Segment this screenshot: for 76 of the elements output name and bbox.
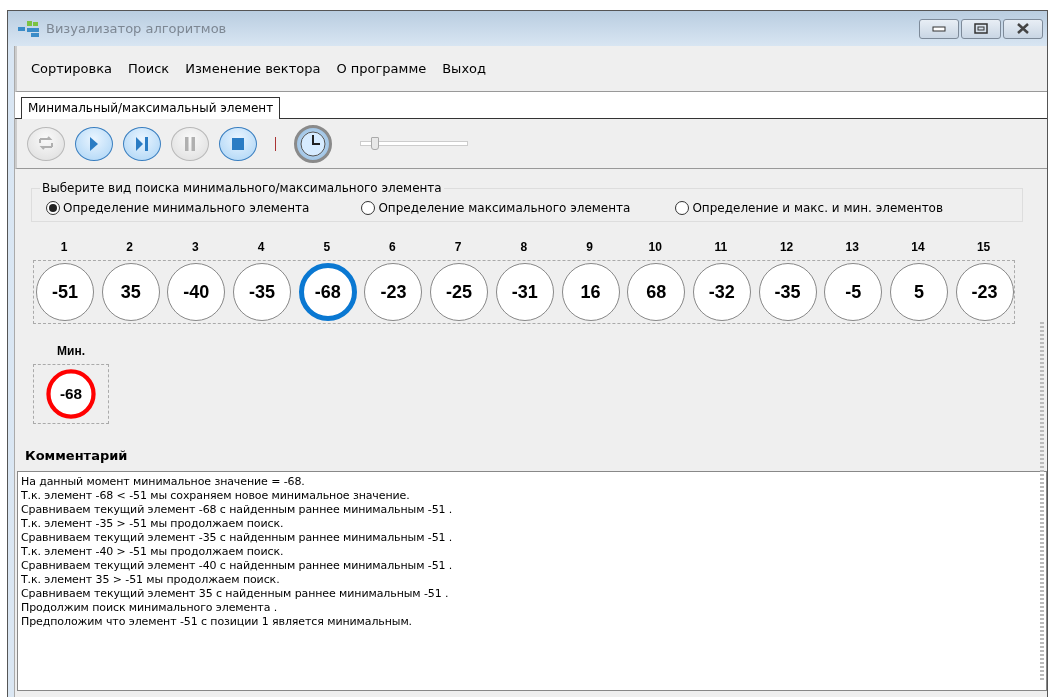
number-circle: 5 — [889, 263, 948, 321]
comment-line: Сравниваем текущий элемент 35 с найденным раннее минимальным -51 . — [21, 587, 450, 601]
stop-button[interactable] — [219, 126, 257, 161]
index-label: 8 — [520, 240, 528, 254]
comment-line: Т.к. элемент -68 < -51 мы сохраняем новое минимальное значение. — [21, 489, 411, 503]
index-label: 3 — [192, 240, 199, 254]
index-label: 2 — [126, 240, 134, 254]
radio-button[interactable] — [361, 201, 376, 215]
index-label: 4 — [257, 240, 265, 254]
comment-label: Комментарий — [25, 448, 129, 463]
comment-line: Т.к. элемент 35 > -51 мы продолжаем поиск. — [21, 573, 281, 587]
clock-icon — [300, 130, 326, 157]
index-label: 10 — [648, 240, 662, 254]
index-label: 9 — [586, 240, 593, 254]
number-circle: -35 — [758, 263, 817, 321]
result-label: Мин. — [57, 344, 85, 358]
menu-item[interactable]: О программе — [328, 61, 435, 76]
close-button[interactable] — [1003, 18, 1043, 39]
number-circle: -51 — [36, 263, 94, 321]
app-icon — [18, 20, 40, 37]
index-label: 7 — [454, 240, 462, 254]
comment-line: Т.к. элемент -40 > -51 мы продолжаем поиск. — [21, 545, 285, 559]
number-circle: -68 — [46, 369, 96, 419]
step-button[interactable] — [123, 126, 161, 161]
menu-item[interactable]: Выход — [434, 61, 495, 76]
close-icon — [1016, 23, 1030, 34]
index-label: 12 — [779, 240, 794, 254]
index-label: 6 — [389, 240, 396, 254]
number-circle: -5 — [824, 263, 883, 321]
menu-item[interactable]: Поиск — [120, 61, 178, 76]
repeat-icon — [39, 136, 53, 151]
index-label: 14 — [911, 240, 925, 254]
minimize-icon — [932, 25, 946, 32]
index-label: 13 — [845, 240, 859, 254]
pause-icon — [185, 136, 195, 151]
number-circle: -25 — [430, 263, 489, 321]
comment-line: Сравниваем текущий элемент -35 с найденным раннее минимальным -51 . — [21, 531, 454, 545]
number-circle: -35 — [233, 263, 292, 321]
minimize-button[interactable] — [919, 18, 959, 39]
radio-button[interactable] — [46, 201, 60, 215]
menu-item[interactable]: Сортировка — [31, 61, 120, 76]
index-label: 11 — [714, 240, 728, 254]
radio-option[interactable]: Определение максимального элемента — [361, 201, 631, 215]
menu-item[interactable]: Изменение вектора — [177, 61, 329, 76]
window-title: Визуализатор алгоритмов — [46, 21, 227, 36]
step-forward-icon — [136, 136, 148, 151]
index-label: 1 — [60, 240, 68, 254]
number-circle: -40 — [167, 263, 226, 321]
comment-line: Т.к. элемент -35 > -51 мы продолжаем поиск. — [21, 517, 285, 531]
group-title: Выберите вид поиска минимального/максимального элемента — [41, 181, 443, 195]
number-circle: 35 — [101, 263, 160, 321]
number-circle: 68 — [627, 263, 686, 321]
index-label: 5 — [323, 240, 331, 254]
number-circle: 16 — [561, 263, 620, 321]
comment-line: Предположим что элемент -51 с позиции 1 является минимальным. — [21, 615, 413, 629]
maximize-button[interactable] — [961, 18, 1001, 39]
number-circle: -32 — [692, 263, 751, 321]
timer-button[interactable] — [294, 124, 332, 163]
tab[interactable]: Минимальный/максимальный элемент — [21, 97, 281, 119]
maximize-icon — [974, 23, 988, 34]
slider-thumb[interactable] — [370, 137, 379, 150]
index-label: 15 — [976, 240, 991, 254]
radio-option[interactable]: Определение и макс. и мин. элементов — [675, 201, 944, 215]
comment-line: На данный момент минимальное значение = -68. — [21, 475, 306, 489]
comment-line: Продолжим поиск минимального элемента . — [21, 601, 279, 615]
radio-option[interactable]: Определение минимального элемента — [46, 201, 310, 215]
number-circle: -68 — [298, 263, 357, 321]
radio-button[interactable] — [675, 201, 690, 215]
comment-line: Сравниваем текущий элемент -68 с найденным раннее минимальным -51 . — [21, 503, 454, 517]
number-circle: -31 — [495, 263, 554, 321]
play-button[interactable] — [75, 126, 113, 161]
number-circle: -23 — [364, 263, 423, 321]
number-circle: -23 — [955, 263, 1014, 321]
play-icon — [90, 136, 98, 151]
comment-line: Сравниваем текущий элемент -40 с найденным раннее минимальным -51 . — [21, 559, 454, 573]
stop-icon — [232, 137, 244, 150]
